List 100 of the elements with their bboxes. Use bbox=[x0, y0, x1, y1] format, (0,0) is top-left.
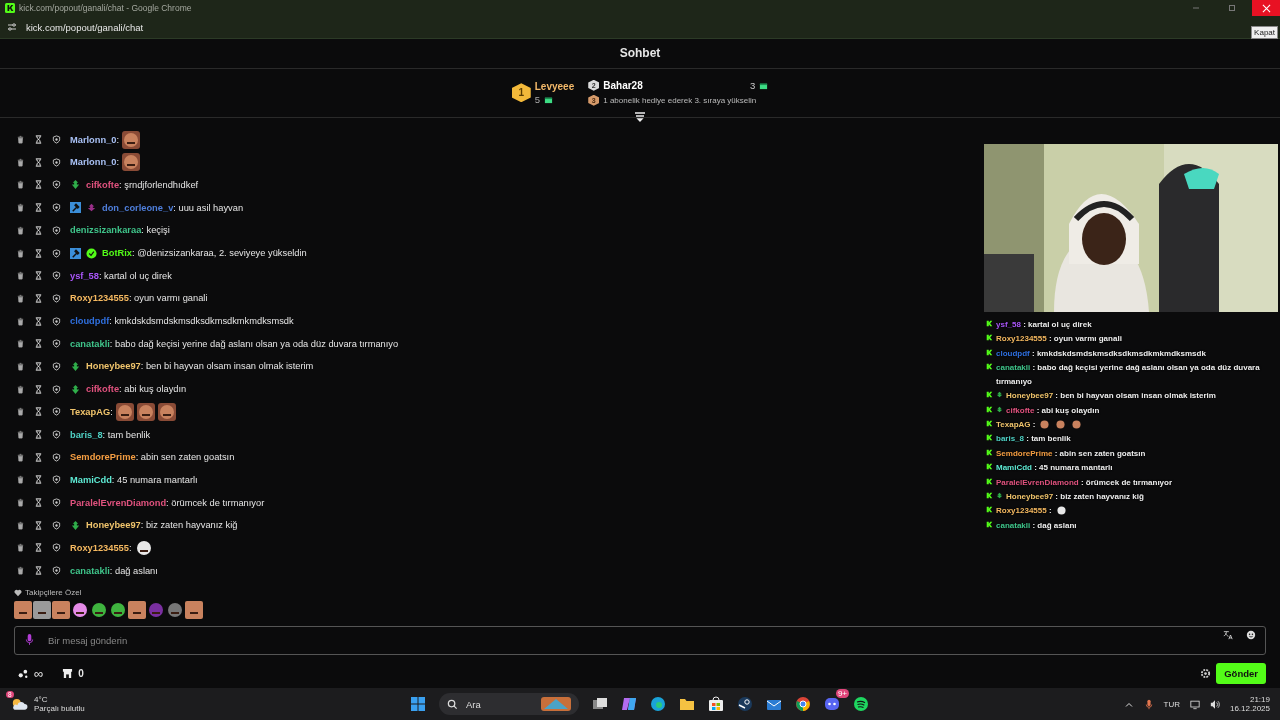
emote-icon[interactable] bbox=[185, 601, 203, 619]
delete-icon[interactable] bbox=[16, 225, 25, 235]
shield-icon[interactable] bbox=[52, 407, 61, 417]
delete-icon[interactable] bbox=[16, 203, 25, 213]
spotify-icon[interactable] bbox=[853, 696, 869, 712]
hourglass-icon[interactable] bbox=[34, 362, 43, 371]
settings-icon[interactable] bbox=[1200, 667, 1212, 679]
delete-icon[interactable] bbox=[16, 157, 25, 167]
microphone-icon[interactable] bbox=[25, 633, 34, 646]
restore-icon[interactable] bbox=[1227, 3, 1237, 13]
delete-icon[interactable] bbox=[16, 520, 25, 530]
emote-icon[interactable] bbox=[109, 601, 127, 619]
shield-icon[interactable] bbox=[52, 520, 61, 530]
volume-icon[interactable] bbox=[1209, 698, 1220, 710]
hourglass-icon[interactable] bbox=[34, 135, 43, 145]
emoji-icon[interactable] bbox=[1246, 630, 1256, 640]
hourglass-icon[interactable] bbox=[34, 543, 43, 553]
monitor-icon[interactable] bbox=[1189, 698, 1200, 710]
delete-icon[interactable] bbox=[16, 135, 25, 145]
shield-icon[interactable] bbox=[52, 498, 61, 508]
clock-date[interactable]: 16.12.2025 bbox=[1229, 704, 1270, 713]
delete-icon[interactable] bbox=[16, 452, 25, 462]
emote-icon[interactable] bbox=[33, 601, 51, 619]
hourglass-icon[interactable] bbox=[34, 407, 43, 417]
emote-icon[interactable] bbox=[52, 601, 70, 619]
hourglass-icon[interactable] bbox=[34, 339, 43, 349]
delete-icon[interactable] bbox=[16, 475, 25, 485]
clock-time[interactable]: 21:19 bbox=[1249, 695, 1270, 704]
shield-icon[interactable] bbox=[52, 271, 61, 281]
copilot-icon[interactable] bbox=[621, 696, 637, 712]
shield-icon[interactable] bbox=[52, 293, 61, 303]
emote-icon[interactable] bbox=[14, 601, 32, 619]
search-icon[interactable] bbox=[447, 698, 458, 710]
store-app-icon[interactable] bbox=[708, 696, 724, 712]
emote-icon[interactable] bbox=[128, 601, 146, 619]
emote-icon[interactable] bbox=[166, 601, 184, 619]
hourglass-icon[interactable] bbox=[34, 293, 43, 303]
emote-icon[interactable] bbox=[71, 601, 89, 619]
store-icon[interactable] bbox=[62, 667, 74, 679]
shield-icon[interactable] bbox=[52, 452, 61, 462]
hourglass-icon[interactable] bbox=[34, 271, 43, 281]
shield-icon[interactable] bbox=[52, 339, 61, 349]
hourglass-icon[interactable] bbox=[34, 157, 43, 167]
shield-icon[interactable] bbox=[52, 566, 61, 576]
delete-icon[interactable] bbox=[16, 339, 25, 349]
send-button[interactable]: Gönder bbox=[1216, 662, 1266, 684]
close-icon[interactable] bbox=[1261, 3, 1271, 13]
shield-icon[interactable] bbox=[52, 203, 61, 213]
delete-icon[interactable] bbox=[16, 362, 25, 371]
windows-start-icon[interactable] bbox=[410, 696, 426, 712]
message-input[interactable]: Bir mesaj gönderin bbox=[14, 626, 1266, 655]
leader-name[interactable]: Bahar28 bbox=[603, 79, 643, 91]
hourglass-icon[interactable] bbox=[34, 520, 43, 530]
hourglass-icon[interactable] bbox=[34, 316, 43, 326]
delete-icon[interactable] bbox=[16, 293, 25, 303]
shield-icon[interactable] bbox=[52, 362, 61, 371]
folder-icon[interactable] bbox=[679, 696, 695, 712]
steam-icon[interactable] bbox=[737, 696, 753, 712]
hourglass-icon[interactable] bbox=[34, 498, 43, 508]
hourglass-icon[interactable] bbox=[34, 452, 43, 462]
language-indicator[interactable]: TUR bbox=[1163, 699, 1180, 709]
shield-icon[interactable] bbox=[52, 180, 61, 190]
shield-icon[interactable] bbox=[52, 475, 61, 485]
discord-icon[interactable] bbox=[824, 696, 840, 712]
translate-icon[interactable] bbox=[1223, 630, 1233, 640]
microphone-icon[interactable] bbox=[1143, 698, 1154, 710]
shield-icon[interactable] bbox=[52, 135, 61, 145]
emote-icon[interactable] bbox=[90, 601, 108, 619]
site-settings-icon[interactable] bbox=[6, 21, 18, 33]
hourglass-icon[interactable] bbox=[34, 180, 43, 190]
delete-icon[interactable] bbox=[16, 271, 25, 281]
leader-name[interactable]: Levyeee bbox=[534, 80, 575, 92]
chrome-icon[interactable] bbox=[795, 696, 811, 712]
delete-icon[interactable] bbox=[16, 384, 25, 394]
delete-icon[interactable] bbox=[16, 543, 25, 553]
delete-icon[interactable] bbox=[16, 498, 25, 508]
shield-icon[interactable] bbox=[52, 157, 61, 167]
hourglass-icon[interactable] bbox=[34, 203, 43, 213]
delete-icon[interactable] bbox=[16, 407, 25, 417]
shield-icon[interactable] bbox=[52, 384, 61, 394]
hourglass-icon[interactable] bbox=[34, 475, 43, 485]
hourglass-icon[interactable] bbox=[34, 248, 43, 258]
scroll-down-icon[interactable] bbox=[634, 111, 646, 122]
hourglass-icon[interactable] bbox=[34, 430, 43, 440]
hourglass-icon[interactable] bbox=[34, 225, 43, 235]
shield-icon[interactable] bbox=[52, 430, 61, 440]
edge-icon[interactable] bbox=[650, 696, 666, 712]
close-button[interactable] bbox=[1252, 0, 1280, 16]
shield-icon[interactable] bbox=[52, 543, 61, 553]
url-text[interactable]: kick.com/popout/ganali/chat bbox=[26, 21, 144, 33]
taskbar-search[interactable]: Ara bbox=[439, 693, 579, 715]
delete-icon[interactable] bbox=[16, 180, 25, 190]
hourglass-icon[interactable] bbox=[34, 566, 43, 576]
shield-icon[interactable] bbox=[52, 248, 61, 258]
delete-icon[interactable] bbox=[16, 316, 25, 326]
points-icon[interactable] bbox=[18, 667, 29, 679]
hourglass-icon[interactable] bbox=[34, 384, 43, 394]
task-view-icon[interactable] bbox=[592, 696, 608, 712]
delete-icon[interactable] bbox=[16, 566, 25, 576]
shield-icon[interactable] bbox=[52, 225, 61, 235]
